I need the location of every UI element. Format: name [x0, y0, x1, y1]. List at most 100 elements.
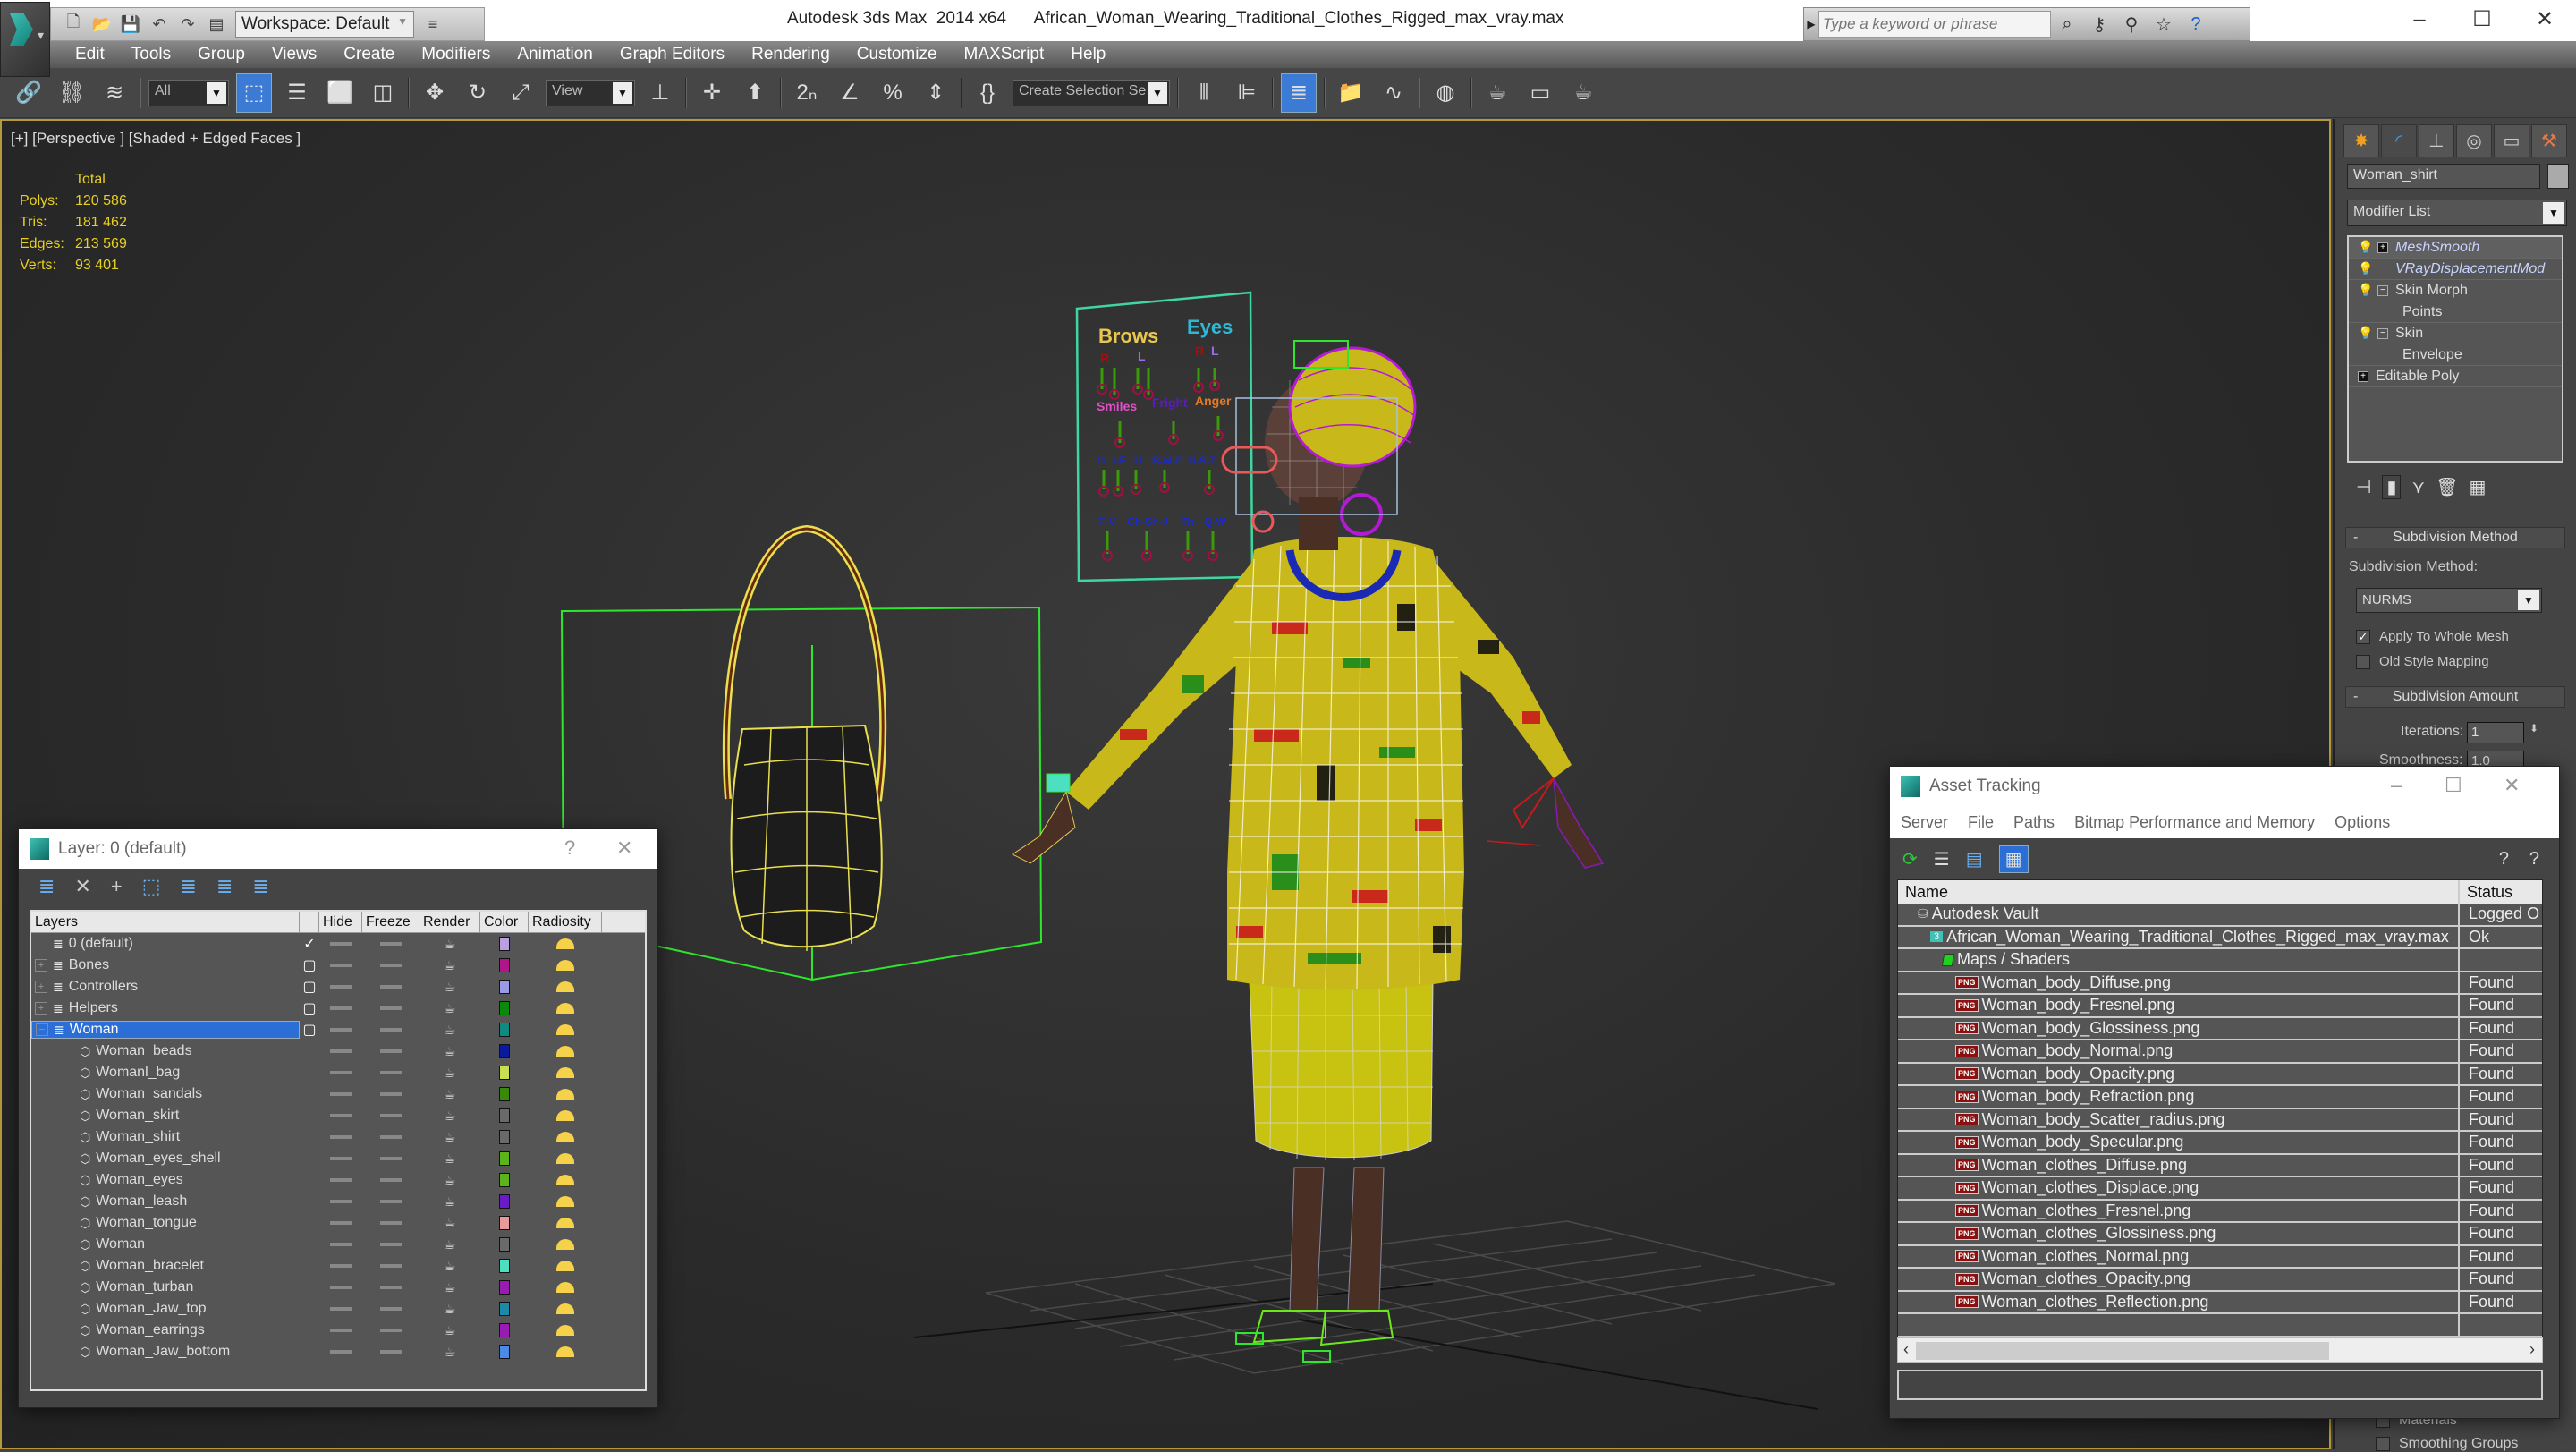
object-color-swatch[interactable]	[2547, 164, 2569, 189]
radiosity-icon-cell[interactable]	[529, 1239, 602, 1250]
color-swatch-cell[interactable]	[480, 1044, 529, 1058]
hide-toggle-cell[interactable]	[319, 1350, 362, 1354]
column-color[interactable]: Color	[480, 912, 529, 932]
asset-row[interactable]: PNG Woman_body_Glossiness.png Found	[1898, 1017, 2542, 1040]
menu-views[interactable]: Views	[272, 45, 333, 64]
horizontal-scrollbar[interactable]: ‹ ›	[1897, 1337, 2543, 1363]
hide-toggle[interactable]	[330, 1178, 352, 1182]
hide-toggle-cell[interactable]	[319, 1264, 362, 1268]
render-teapot-icon[interactable]: ☕	[445, 1087, 456, 1102]
color-swatch[interactable]	[499, 1151, 510, 1166]
hide-toggle[interactable]	[330, 1264, 352, 1268]
render-teapot-icon-cell[interactable]: ☕	[419, 1259, 480, 1274]
color-swatch[interactable]	[499, 1237, 510, 1252]
render-teapot-icon[interactable]: ☕	[445, 1001, 456, 1016]
tab-hierarchy[interactable]: ⊥	[2419, 124, 2454, 157]
layer-row[interactable]: ⬡ Woman_earrings ☕	[31, 1320, 645, 1341]
make-unique-icon[interactable]: ⋎	[2411, 476, 2425, 498]
freeze-toggle-cell[interactable]	[362, 1157, 419, 1160]
asset-row[interactable]: PNG Woman_clothes_Opacity.png Found	[1898, 1269, 2542, 1292]
asset-row[interactable]: 3 African_Woman_Wearing_Traditional_Cloth…	[1898, 926, 2542, 949]
menu-options[interactable]: Options	[2334, 813, 2390, 832]
set-current-checkbox[interactable]: ▢	[300, 956, 319, 974]
freeze-toggle[interactable]	[380, 1049, 402, 1053]
render-teapot-icon[interactable]: ☕	[445, 1280, 456, 1295]
hide-toggle-cell[interactable]	[319, 1092, 362, 1096]
hide-unhide-all-icon[interactable]: ≣	[216, 875, 233, 898]
angle-snap-icon[interactable]: ∠	[832, 73, 868, 113]
radiosity-icon-cell[interactable]	[529, 1046, 602, 1057]
color-swatch[interactable]	[499, 1302, 510, 1316]
render-teapot-icon[interactable]: ☕	[445, 1044, 456, 1059]
hide-toggle-cell[interactable]	[319, 1006, 362, 1010]
application-menu-button[interactable]: ▾	[0, 2, 50, 77]
tab-display[interactable]: ▭	[2494, 124, 2529, 157]
freeze-toggle-cell[interactable]	[362, 1049, 419, 1053]
render-teapot-icon[interactable]: ☕	[445, 1194, 456, 1210]
stack-item-vraydisplacementmod[interactable]: 💡 VRayDisplacementMod	[2349, 259, 2562, 280]
render-teapot-icon[interactable]: ☕	[445, 1302, 456, 1317]
render-teapot-icon-cell[interactable]: ☕	[419, 1323, 480, 1338]
select-object-icon[interactable]: ⬚	[236, 72, 272, 113]
render-teapot-icon[interactable]: ☕	[445, 1023, 456, 1038]
freeze-toggle-cell[interactable]	[362, 1350, 419, 1354]
color-swatch-cell[interactable]	[480, 1087, 529, 1101]
freeze-toggle-cell[interactable]	[362, 1071, 419, 1074]
reference-coordinate-dropdown[interactable]: View ▼	[546, 79, 635, 106]
render-teapot-icon[interactable]: ☕	[445, 1259, 456, 1274]
layer-row[interactable]: ⬡ Woman_eyes ☕	[31, 1169, 645, 1191]
layer-row[interactable]: ⬡ Woman_beads ☕	[31, 1040, 645, 1062]
asset-row[interactable]: PNG Woman_body_Specular.png Found	[1898, 1132, 2542, 1155]
rollout-subdivision-method[interactable]: - Subdivision Method	[2345, 527, 2565, 548]
new-file-icon[interactable]: 🗋	[64, 13, 83, 34]
hide-toggle-cell[interactable]	[319, 1221, 362, 1225]
radiosity-icon[interactable]	[556, 1024, 574, 1035]
layer-row[interactable]: − ≣ Woman ▢ ☕	[31, 1019, 645, 1040]
snaps-toggle-icon[interactable]: 2ₙ	[789, 73, 825, 113]
hide-toggle-cell[interactable]	[319, 1329, 362, 1332]
render-teapot-icon-cell[interactable]: ☕	[419, 1216, 480, 1231]
render-teapot-icon-cell[interactable]: ☕	[419, 1130, 480, 1145]
favorites-star-icon[interactable]: ☆	[2148, 13, 2180, 36]
menu-edit[interactable]: Edit	[75, 45, 121, 64]
render-teapot-icon[interactable]: ☕	[445, 1130, 456, 1145]
layer-name-cell[interactable]: + ≣ Bones	[31, 957, 300, 973]
rendered-frame-window-icon[interactable]: ▭	[1522, 73, 1558, 113]
expand-toggle-icon[interactable]: +	[35, 981, 47, 993]
tab-create[interactable]: ✸	[2343, 124, 2379, 157]
layer-name-cell[interactable]: ⬡ Woman	[31, 1236, 300, 1252]
render-teapot-icon-cell[interactable]: ☕	[419, 1066, 480, 1081]
radiosity-icon-cell[interactable]	[529, 1067, 602, 1078]
color-swatch-cell[interactable]	[480, 1066, 529, 1080]
column-radiosity[interactable]: Radiosity	[529, 912, 602, 932]
expand-toggle-icon[interactable]: +	[2377, 242, 2388, 253]
set-current-checkbox[interactable]: ▢	[300, 1021, 319, 1039]
render-teapot-icon-cell[interactable]: ☕	[419, 1044, 480, 1059]
layer-name-cell[interactable]: ≣ 0 (default)	[31, 936, 300, 952]
color-swatch-cell[interactable]	[480, 1151, 529, 1166]
freeze-toggle-cell[interactable]	[362, 964, 419, 967]
freeze-toggle-cell[interactable]	[362, 1329, 419, 1332]
viewport-label[interactable]: [+] [Perspective ] [Shaded + Edged Faces…	[11, 130, 301, 148]
menu-server[interactable]: Server	[1901, 813, 1948, 832]
color-swatch-cell[interactable]	[480, 1280, 529, 1295]
layer-row[interactable]: ≣ 0 (default) ✓ ☕	[31, 933, 645, 955]
collapse-toggle-icon[interactable]: −	[2377, 327, 2388, 339]
radiosity-icon-cell[interactable]	[529, 1346, 602, 1357]
render-teapot-icon-cell[interactable]: ☕	[419, 980, 480, 995]
spinner-arrows-icon[interactable]: ⬍	[2529, 722, 2538, 734]
column-render[interactable]: Render	[419, 912, 480, 932]
color-swatch-cell[interactable]	[480, 937, 529, 951]
radiosity-icon[interactable]	[556, 1303, 574, 1314]
hide-toggle-cell[interactable]	[319, 964, 362, 967]
freeze-toggle-cell[interactable]	[362, 1243, 419, 1246]
minimize-button[interactable]: –	[2391, 774, 2402, 797]
close-button[interactable]: ✕	[616, 836, 632, 860]
layer-name-cell[interactable]: ⬡ Woman_skirt	[31, 1108, 300, 1124]
radiosity-icon[interactable]	[556, 1196, 574, 1207]
freeze-toggle-cell[interactable]	[362, 1200, 419, 1203]
object-name-field[interactable]: Woman_shirt	[2347, 164, 2540, 189]
color-swatch[interactable]	[499, 1259, 510, 1273]
render-setup-icon[interactable]: ☕	[1479, 73, 1515, 113]
column-status[interactable]: Status	[2460, 880, 2512, 904]
